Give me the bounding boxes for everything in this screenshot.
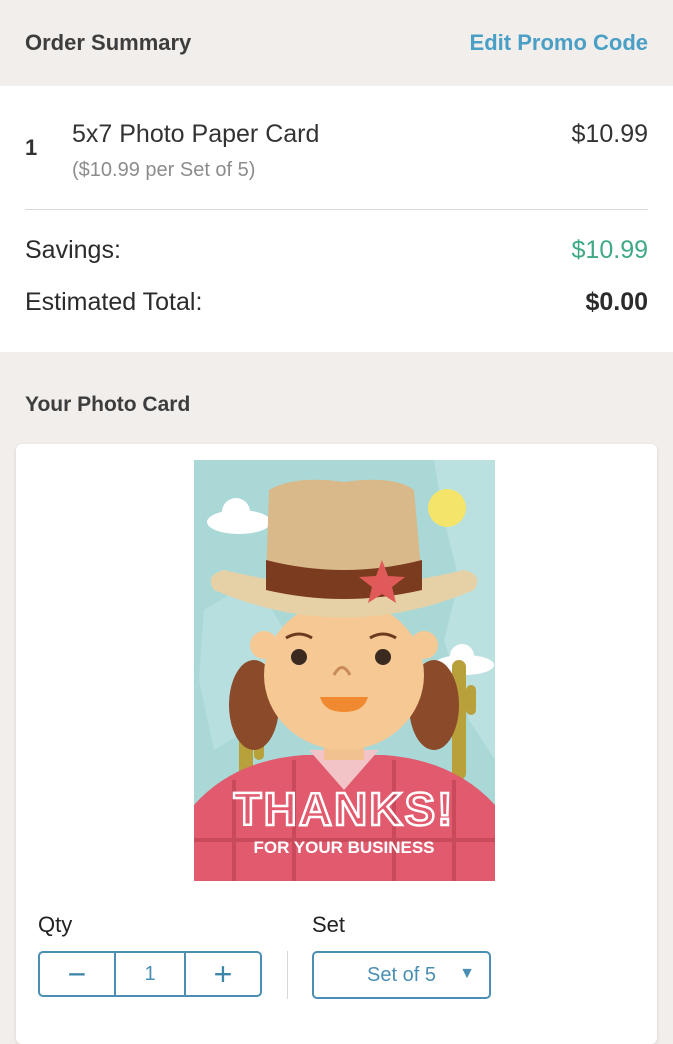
divider [287, 951, 288, 999]
savings-row: Savings: $10.99 [25, 236, 648, 265]
order-summary-header: Order Summary Edit Promo Code [0, 0, 673, 86]
set-label: Set [312, 912, 346, 937]
line-item-name: 5x7 Photo Paper Card [72, 120, 320, 148]
card-preview-image[interactable]: THANKS! FOR YOUR BUSINESS [194, 460, 495, 881]
estimated-total-label: Estimated Total: [25, 288, 203, 316]
card-text-main: THANKS! [234, 783, 455, 835]
increase-qty-button[interactable]: + [186, 953, 260, 995]
savings-value: $10.99 [571, 236, 648, 264]
your-photo-card-title: Your Photo Card [25, 393, 191, 416]
qty-label: Qty [38, 912, 73, 937]
order-summary-panel: 1 5x7 Photo Paper Card ($10.99 per Set o… [0, 86, 673, 352]
quantity-stepper: − 1 + [38, 951, 262, 997]
savings-label: Savings: [25, 236, 121, 264]
estimated-total-row: Estimated Total: $0.00 [25, 288, 648, 317]
line-item-price: $10.99 [571, 120, 648, 148]
photo-card-panel: THANKS! FOR YOUR BUSINESS Qty Set − 1 + … [16, 444, 657, 1044]
set-select[interactable]: Set of 5 ▼ [312, 951, 491, 999]
line-item: 1 5x7 Photo Paper Card ($10.99 per Set o… [25, 86, 648, 210]
card-text-sub: FOR YOUR BUSINESS [253, 838, 434, 857]
line-item-unit-detail: ($10.99 per Set of 5) [72, 159, 256, 181]
caret-down-icon: ▼ [459, 965, 475, 982]
line-item-qty: 1 [25, 135, 38, 160]
set-select-value: Set of 5 [367, 963, 436, 986]
edit-promo-code-link[interactable]: Edit Promo Code [470, 30, 648, 56]
decrease-qty-button[interactable]: − [40, 953, 114, 995]
order-summary-title: Order Summary [25, 30, 192, 55]
minus-icon: − [67, 955, 87, 992]
qty-value[interactable]: 1 [114, 953, 186, 995]
estimated-total-value: $0.00 [585, 288, 648, 316]
plus-icon: + [213, 955, 233, 992]
